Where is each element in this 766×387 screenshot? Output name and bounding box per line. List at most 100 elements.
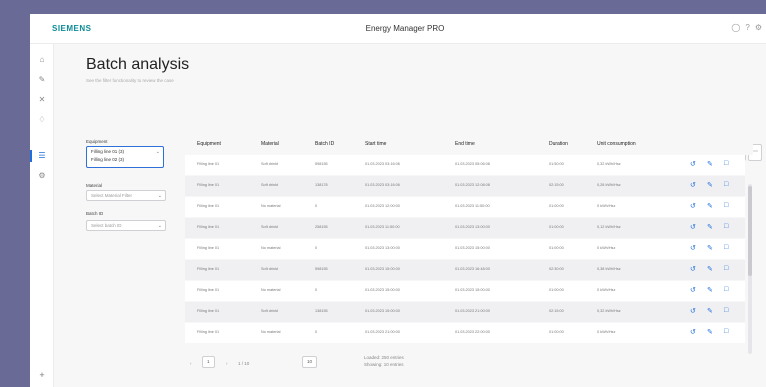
- help-icon[interactable]: ?: [745, 23, 749, 32]
- table-cell: Filling line 01: [197, 246, 220, 250]
- compare-icon[interactable]: ↺: [690, 223, 696, 231]
- col-unit-consumption[interactable]: Unit consumption: [597, 141, 636, 147]
- table-cell: 0,28 kWh/Hsz: [597, 183, 621, 187]
- table-cell: 02:15:00: [549, 183, 564, 187]
- table-row[interactable]: Filling line 01 No material 0 01.03.2023 15…: [185, 281, 745, 301]
- table-cell: 01:00:00: [549, 288, 564, 292]
- table-cell: 01:00:00: [549, 246, 564, 250]
- delete-icon[interactable]: □: [724, 160, 728, 167]
- batch-analysis-icon[interactable]: ☰: [36, 150, 48, 162]
- col-material[interactable]: Material: [261, 141, 279, 147]
- table-cell: 02:15:00: [549, 309, 564, 313]
- table-cell: 0 kWh/Hsz: [597, 204, 616, 208]
- equipment-select[interactable]: Filling line 01 (3) Filling line 02 (3) …: [86, 146, 164, 168]
- tools-icon[interactable]: ✕: [36, 94, 48, 106]
- delete-icon[interactable]: □: [724, 328, 728, 335]
- gear-icon[interactable]: ⚙: [36, 170, 48, 182]
- equipment-label: Equipment: [86, 139, 108, 144]
- delete-icon[interactable]: □: [724, 286, 728, 293]
- compare-icon[interactable]: ↺: [690, 202, 696, 210]
- table-cell: 01.03.2023 15:00:00: [365, 309, 400, 313]
- material-select[interactable]: Select Material Filter ⌄: [86, 190, 166, 201]
- table-row[interactable]: Filling line 01 Soft drinkt 138178 01.03.20…: [185, 176, 745, 196]
- table-row[interactable]: Filling line 01 Soft drinkt 598155 01.03.20…: [185, 260, 745, 280]
- table-cell: Filling line 01: [197, 204, 220, 208]
- batch-id-select[interactable]: Select batch ID ⌄: [86, 220, 166, 231]
- col-duration[interactable]: Duration: [549, 141, 568, 147]
- left-rail: ⌂ ✎ ✕ ♢ ☰ ⚙ +: [30, 44, 54, 387]
- delete-icon[interactable]: □: [724, 202, 728, 209]
- table-cell: Filling line 01: [197, 309, 220, 313]
- col-equipment[interactable]: Equipment: [197, 141, 221, 147]
- edit-icon[interactable]: ✎: [707, 160, 713, 168]
- edit-icon[interactable]: ✎: [707, 265, 713, 273]
- table-cell: 0 kWh/Hsz: [597, 288, 616, 292]
- per-page-select[interactable]: 10: [302, 356, 318, 368]
- edit-icon[interactable]: ✎: [707, 286, 713, 294]
- edit-icon[interactable]: ✎: [707, 202, 713, 210]
- chevron-down-icon: ⌄: [157, 193, 162, 199]
- table-cell: 01.03.2023 11:50:00: [455, 204, 490, 208]
- table-cell: Filling line 01: [197, 225, 220, 229]
- page-next-button[interactable]: ›: [226, 361, 228, 366]
- col-start-time[interactable]: Start time: [365, 141, 386, 147]
- table-cell: 01.03.2023 13:00:00: [455, 225, 490, 229]
- table-cell: 01:00:00: [549, 225, 564, 229]
- compare-icon[interactable]: ↺: [690, 244, 696, 252]
- delete-icon[interactable]: □: [724, 265, 728, 272]
- rail-active-indicator: [30, 150, 32, 162]
- table-cell: 01.03.2023 13:00:00: [365, 246, 400, 250]
- home-icon[interactable]: ⌂: [36, 54, 48, 66]
- table-cell: No material: [261, 246, 281, 250]
- table-row[interactable]: Filling line 01 Soft drinkt 598155 01.03.20…: [185, 155, 745, 175]
- table-row[interactable]: Filling line 01 No material 0 01.03.2023 12…: [185, 197, 745, 217]
- table-cell: 258155: [315, 225, 328, 229]
- table-cell: 01.03.2023 15:00:00: [365, 267, 400, 271]
- edit-icon[interactable]: ✎: [707, 328, 713, 336]
- edit-icon[interactable]: ✎: [707, 223, 713, 231]
- edit-icon[interactable]: ✎: [707, 181, 713, 189]
- table-cell: 598155: [315, 267, 328, 271]
- compare-icon[interactable]: ↺: [690, 307, 696, 315]
- compare-icon[interactable]: ↺: [690, 328, 696, 336]
- table-cell: 138178: [315, 183, 328, 187]
- table-cell: 01.03.2023 03:16:06: [365, 183, 400, 187]
- table-cell: Soft drinkt: [261, 267, 279, 271]
- edit-icon[interactable]: ✎: [36, 74, 48, 86]
- delete-icon[interactable]: □: [724, 307, 728, 314]
- table-cell: 0,32 kWh/Hsz: [597, 309, 621, 313]
- table-cell: Filling line 01: [197, 330, 220, 334]
- table-cell: 0: [315, 204, 318, 208]
- compare-icon[interactable]: ↺: [690, 265, 696, 273]
- table-cell: 01.03.2023 05:06:08: [455, 162, 490, 166]
- page-title: Batch analysis: [86, 56, 190, 73]
- page-of-label: 1 / 10: [238, 361, 250, 366]
- batch-id-placeholder: Select batch ID: [91, 223, 122, 228]
- table-cell: Filling line 01: [197, 183, 220, 187]
- table-scroll-thumb[interactable]: [748, 186, 752, 276]
- top-bar: SIEMENS Energy Manager PRO ◯ ? ⚙: [30, 14, 766, 44]
- delete-icon[interactable]: □: [724, 181, 728, 188]
- delete-icon[interactable]: □: [724, 244, 728, 251]
- settings-icon[interactable]: ⚙: [755, 23, 762, 32]
- table-row[interactable]: Filling line 01 Soft drinkt 258155 01.03.20…: [185, 218, 745, 238]
- add-icon[interactable]: +: [36, 370, 48, 382]
- page-number-field[interactable]: 1: [202, 356, 215, 368]
- col-end-time[interactable]: End time: [455, 141, 475, 147]
- compare-icon[interactable]: ↺: [690, 181, 696, 189]
- table-cell: 0,12 kWh/Hsz: [597, 225, 621, 229]
- table-row[interactable]: Filling line 01 No material 0 01.03.2023 13…: [185, 239, 745, 259]
- table-row[interactable]: Filling line 01 Soft drinkt 138155 01.03.20…: [185, 302, 745, 322]
- col-batch-id[interactable]: Batch ID: [315, 141, 334, 147]
- table-cell: No material: [261, 288, 281, 292]
- edit-icon[interactable]: ✎: [707, 244, 713, 252]
- page-prev-button[interactable]: ‹: [190, 361, 192, 366]
- delete-icon[interactable]: □: [724, 223, 728, 230]
- table-cell: 01.03.2023 12:00:00: [365, 204, 400, 208]
- compare-icon[interactable]: ↺: [690, 160, 696, 168]
- compare-icon[interactable]: ↺: [690, 286, 696, 294]
- edit-icon[interactable]: ✎: [707, 307, 713, 315]
- table-row[interactable]: Filling line 01 No material 0 01.03.2023 21…: [185, 323, 745, 343]
- bell-icon[interactable]: ♢: [36, 114, 48, 126]
- user-icon[interactable]: ◯: [731, 23, 740, 32]
